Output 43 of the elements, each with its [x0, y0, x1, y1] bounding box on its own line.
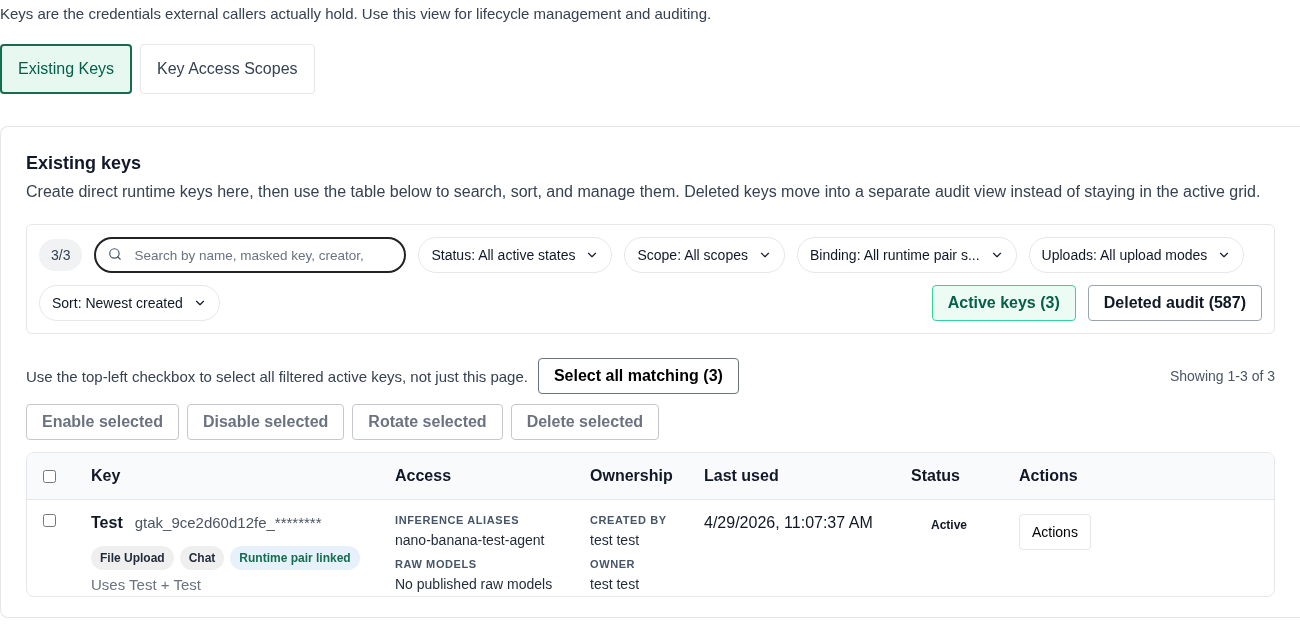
filter-dropdown[interactable]: Sort: Newest created — [39, 285, 220, 321]
tab[interactable]: Existing Keys — [0, 44, 133, 94]
field-value: test test — [590, 576, 641, 592]
view-toggle-button[interactable]: Deleted audit (587) — [1087, 285, 1262, 321]
panel-title: Existing keys — [26, 153, 143, 174]
tag: Runtime pair linked — [230, 546, 360, 570]
field-label: RAW MODELS — [395, 558, 478, 570]
filter-dropdown[interactable]: Binding: All runtime pair s... — [796, 237, 1017, 273]
intro-text: Keys are the credentials external callers actually hold. Use this view for lifecycle management and auditing. — [0, 4, 713, 24]
column-header: Key — [91, 467, 122, 485]
field-label: OWNER — [590, 558, 637, 570]
panel-description: Create direct runtime keys here, then use the table below to search, sort, and manage them. Deleted keys move into a separate audit view instead of staying in the active grid. — [26, 182, 1262, 202]
select-all-checkbox[interactable] — [43, 469, 56, 483]
select-all-button[interactable]: Select all matching (3) — [537, 358, 739, 394]
filter-dropdown[interactable]: Status: All active states — [418, 237, 613, 273]
view-toggle-button[interactable]: Active keys (3) — [931, 285, 1076, 321]
count-badge: 3/3 — [39, 239, 83, 271]
key-note: Uses Test + Test — [91, 576, 202, 593]
masked-key: gtak_9ce2d60d12fe_******** — [134, 514, 322, 531]
tag: File Upload — [91, 546, 174, 570]
field-value: No published raw models — [395, 576, 554, 592]
column-header: Access — [395, 467, 453, 485]
showing-count: Showing 1-3 of 3 — [1169, 368, 1275, 384]
column-header: Ownership — [590, 467, 674, 485]
column-header: Status — [911, 467, 961, 485]
field-value: test test — [590, 532, 641, 548]
column-header: Actions — [1019, 467, 1079, 485]
row-checkbox[interactable] — [43, 514, 56, 527]
key-name: Test — [91, 514, 123, 532]
status-label: Active — [931, 518, 969, 532]
filter-dropdown[interactable]: Uploads: All upload modes — [1028, 237, 1245, 273]
tab[interactable]: Key Access Scopes — [140, 44, 315, 94]
last-used-date: 4/29/2026, 11:07:37 AM — [704, 514, 874, 532]
field-label: INFERENCE ALIASES — [395, 514, 521, 526]
field-label: CREATED BY — [590, 514, 668, 526]
column-header: Last used — [704, 467, 780, 485]
actions-button[interactable]: Actions — [1019, 514, 1091, 550]
field-value: nano-banana-test-agent — [395, 532, 546, 548]
tag: Chat — [179, 546, 225, 570]
filter-dropdown[interactable]: Scope: All scopes — [624, 237, 785, 273]
search-icon — [108, 247, 123, 261]
search-field[interactable]: Search by name, masked key, creator, — [94, 237, 407, 273]
selection-hint: Use the top-left checkbox to select all filtered active keys, not just this page. — [26, 367, 528, 385]
